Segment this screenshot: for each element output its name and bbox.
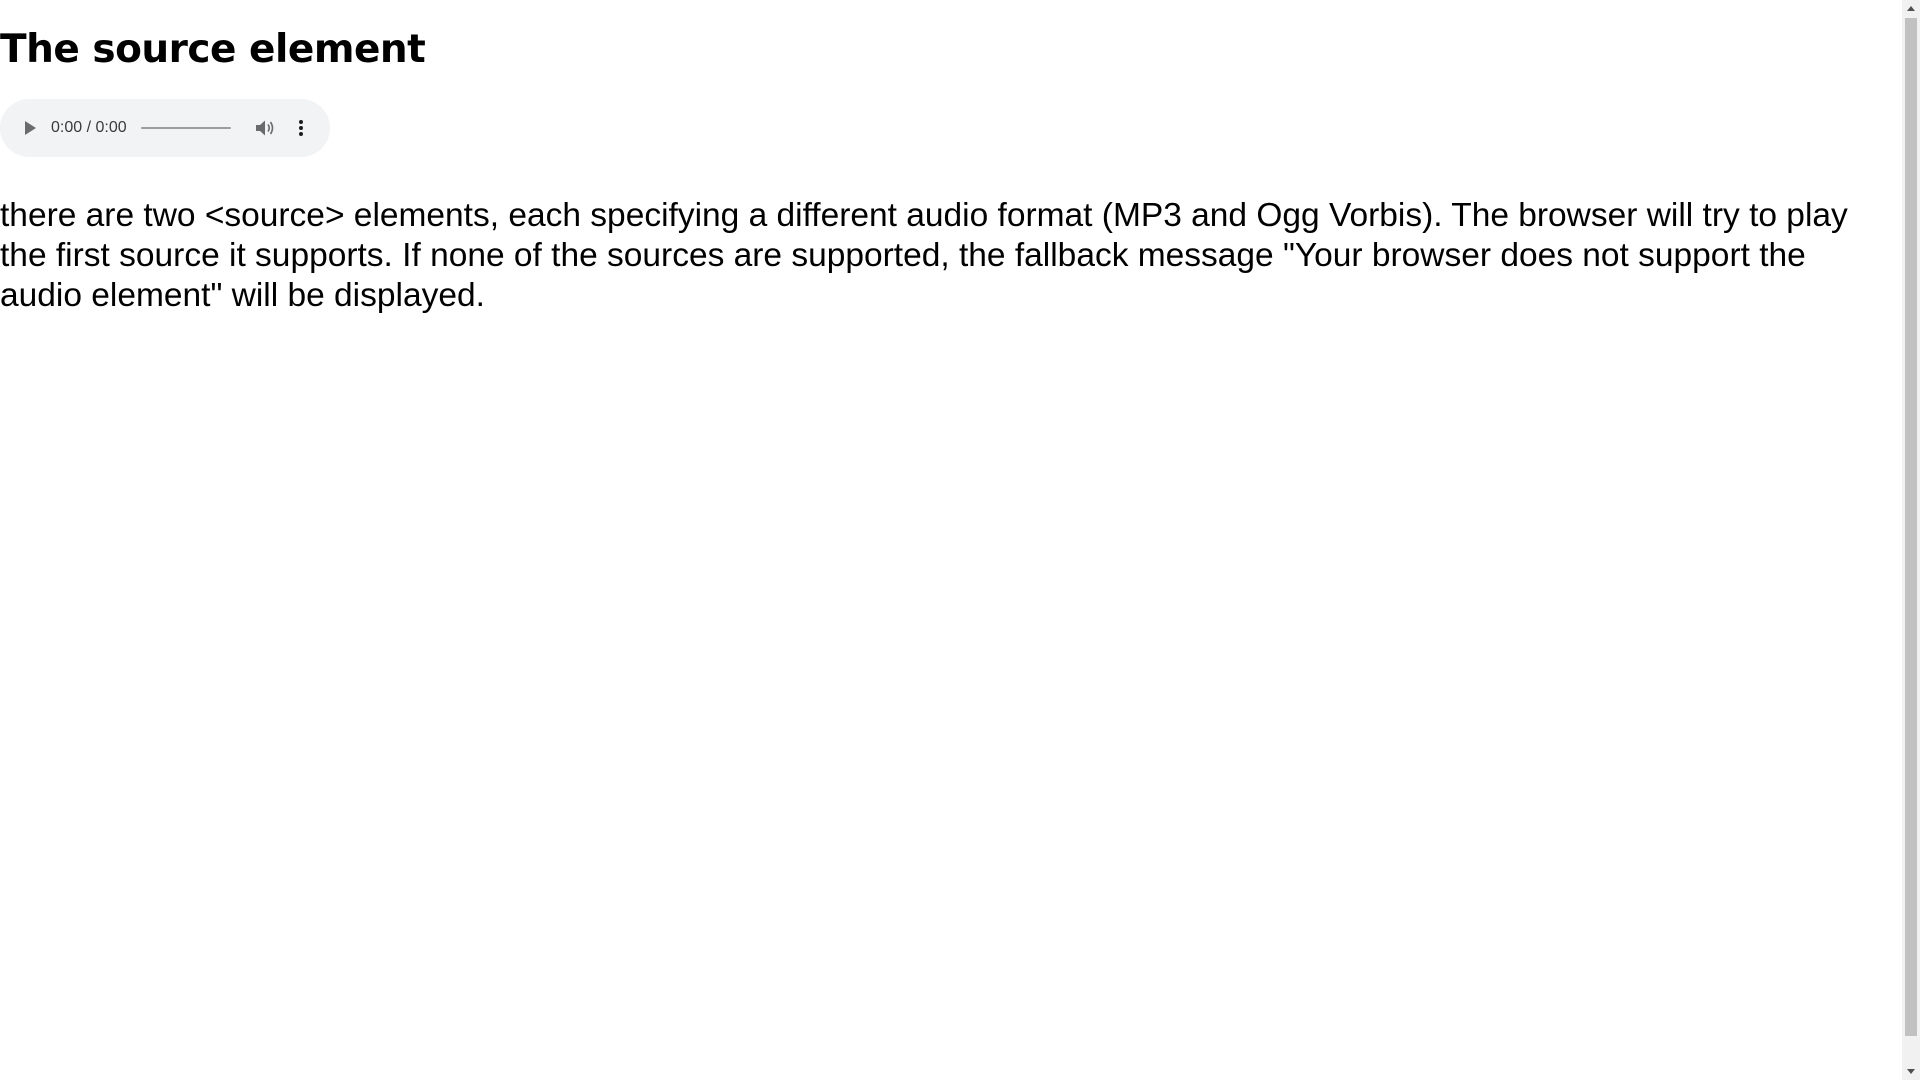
progress-slider[interactable]	[141, 125, 231, 131]
time-display: 0:00 / 0:00	[51, 119, 127, 136]
more-vertical-icon	[299, 120, 303, 136]
description-text: there are two <source> elements, each sp…	[0, 197, 1848, 314]
scroll-up-button[interactable]	[1902, 0, 1920, 17]
volume-button[interactable]	[253, 116, 277, 140]
page-content: The source element 0:00 / 0:00 there are…	[0, 0, 1902, 1080]
scroll-down-button[interactable]	[1902, 1063, 1920, 1080]
play-button[interactable]	[18, 116, 42, 140]
progress-rail	[141, 127, 231, 129]
chevron-up-icon	[1907, 6, 1915, 11]
vertical-scrollbar[interactable]	[1902, 0, 1920, 1080]
scroll-thumb[interactable]	[1905, 18, 1917, 1036]
play-icon	[25, 121, 36, 135]
volume-icon	[256, 120, 274, 136]
more-options-button[interactable]	[289, 116, 313, 140]
page-title: The source element	[0, 27, 426, 72]
audio-player[interactable]: 0:00 / 0:00	[0, 99, 330, 157]
chevron-down-icon	[1907, 1069, 1915, 1074]
